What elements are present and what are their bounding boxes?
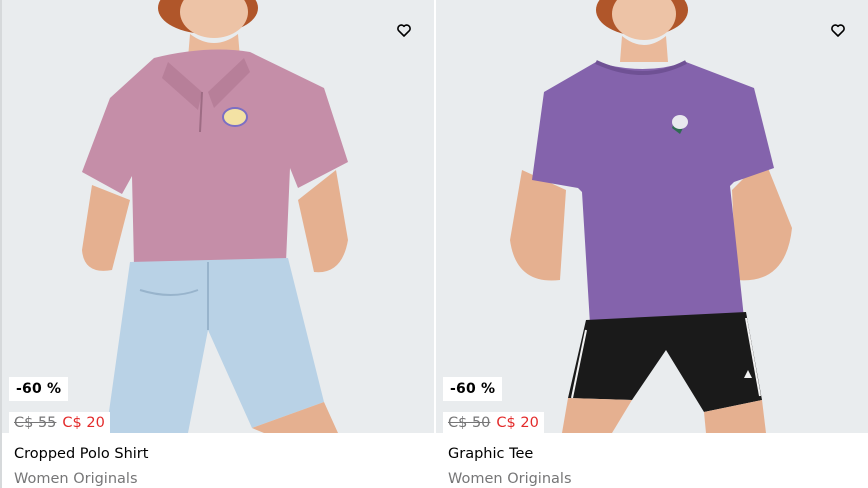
product-name[interactable]: Cropped Polo Shirt bbox=[14, 446, 148, 462]
product-photo-polo bbox=[82, 0, 348, 433]
product-category: Women Originals bbox=[14, 471, 138, 487]
product-category: Women Originals bbox=[448, 471, 572, 487]
sale-price: C$ 20 bbox=[62, 415, 105, 431]
wishlist-button[interactable] bbox=[830, 22, 858, 50]
product-image[interactable]: -60 % C$ 55 C$ 20 bbox=[2, 0, 434, 433]
sale-price: C$ 20 bbox=[496, 415, 539, 431]
heart-outline-icon bbox=[831, 24, 845, 37]
price-tag: C$ 55 C$ 20 bbox=[9, 412, 110, 433]
discount-badge: -60 % bbox=[9, 377, 69, 401]
product-photo-tee bbox=[510, 0, 792, 433]
product-name[interactable]: Graphic Tee bbox=[448, 446, 533, 462]
product-image[interactable]: -60 % C$ 50 C$ 20 bbox=[436, 0, 868, 433]
product-card-graphic-tee[interactable]: -60 % C$ 50 C$ 20 Graphic Tee Women Origi… bbox=[436, 0, 868, 488]
original-price: C$ 55 bbox=[14, 415, 57, 431]
product-card-cropped-polo[interactable]: -60 % C$ 55 C$ 20 Cropped Polo Shirt Wome… bbox=[2, 0, 434, 488]
product-grid: -60 % C$ 55 C$ 20 Cropped Polo Shirt Wome… bbox=[0, 0, 868, 488]
original-price: C$ 50 bbox=[448, 415, 491, 431]
discount-badge: -60 % bbox=[443, 377, 503, 401]
price-tag: C$ 50 C$ 20 bbox=[443, 412, 544, 433]
wishlist-button[interactable] bbox=[396, 22, 424, 50]
heart-outline-icon bbox=[397, 24, 411, 37]
